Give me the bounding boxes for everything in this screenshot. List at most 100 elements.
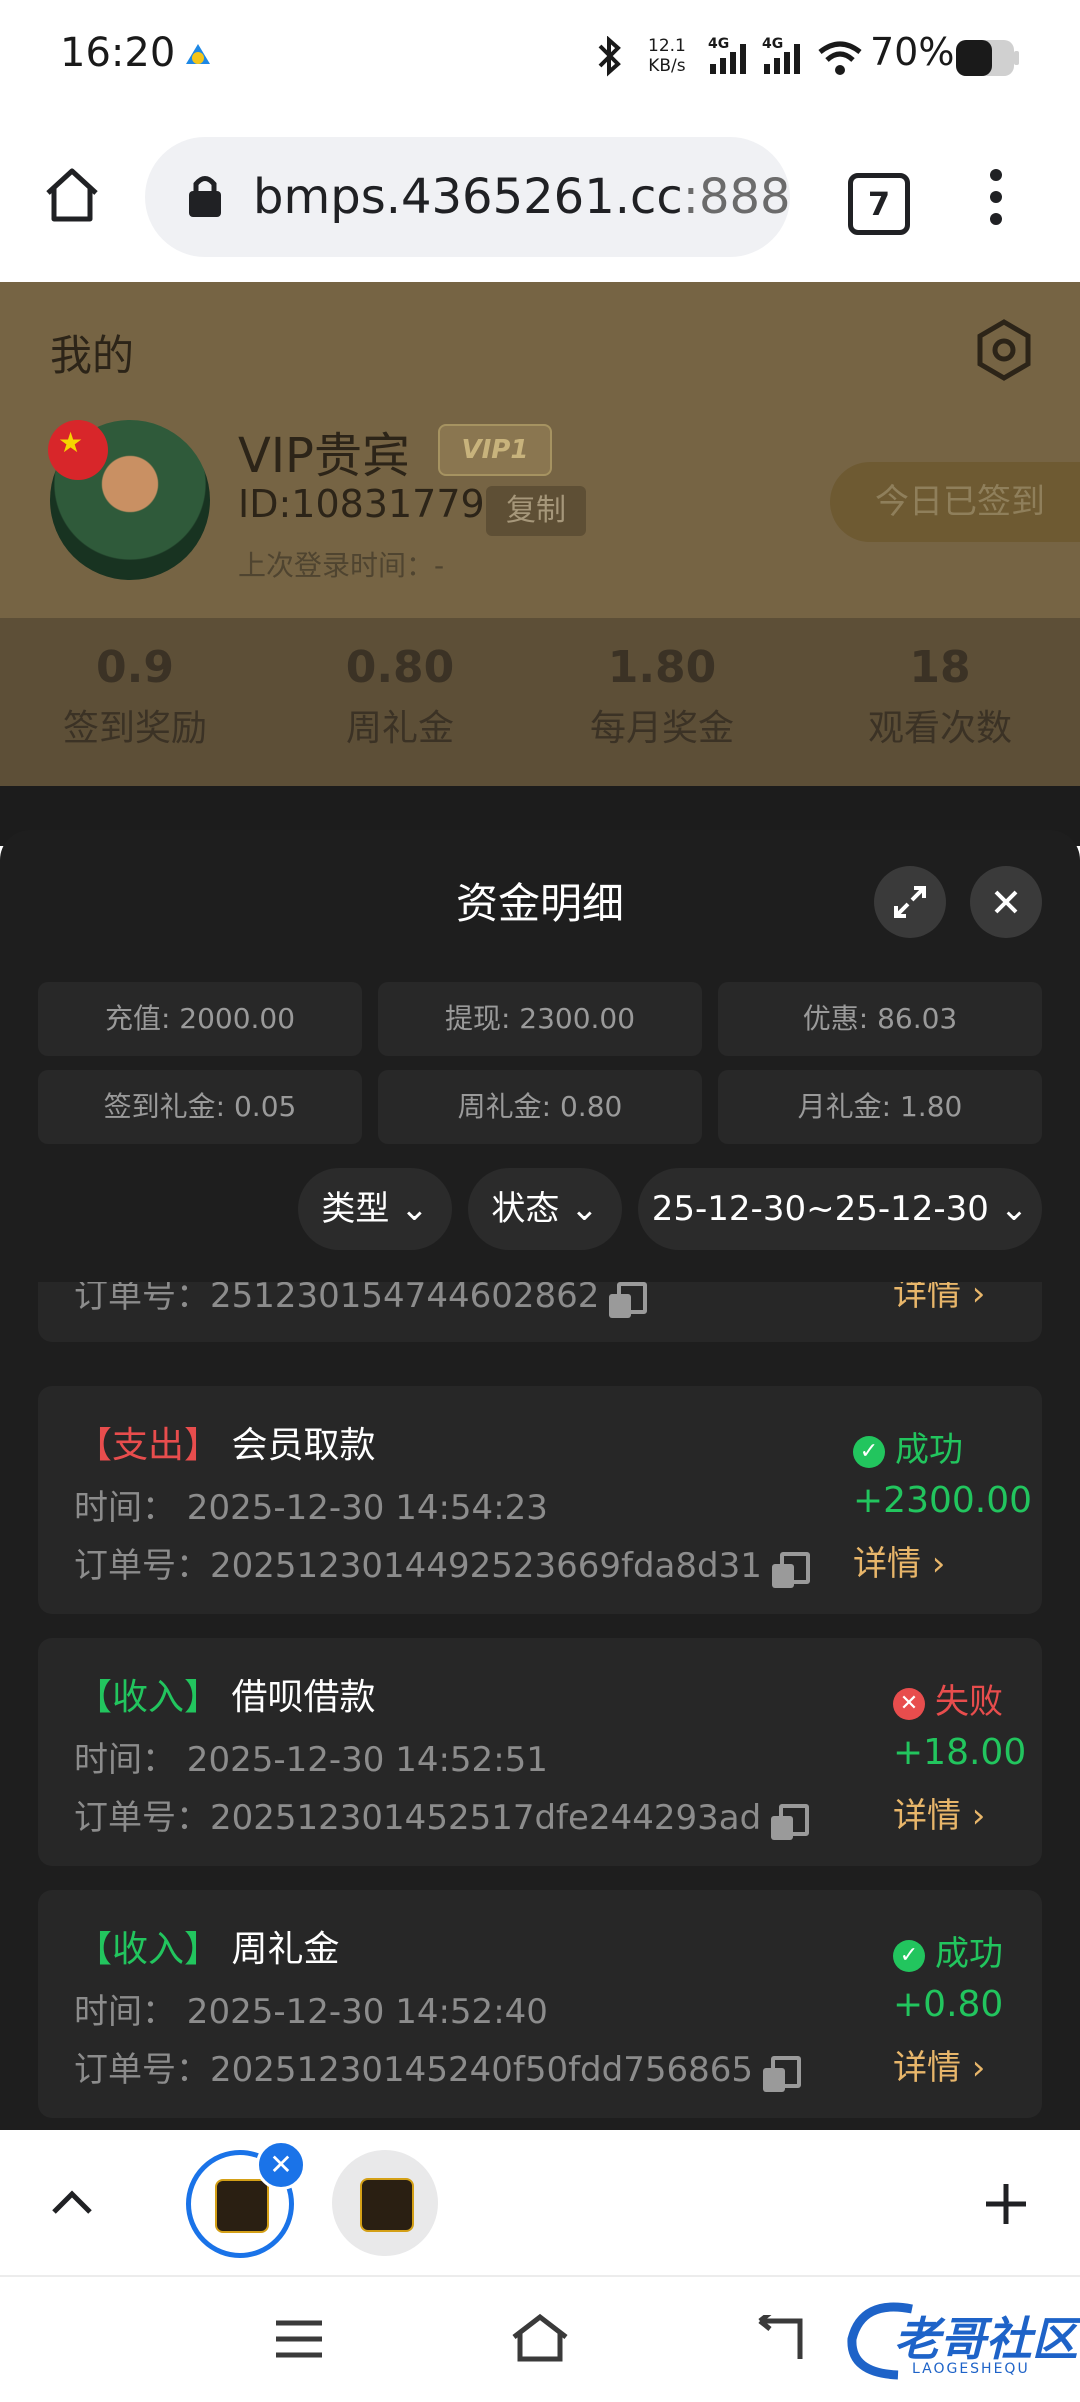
close-icon xyxy=(994,890,1018,914)
status-failed: ✕ 失败 xyxy=(893,1674,1003,1723)
summary-deposit: 充值: 2000.00 xyxy=(38,982,362,1056)
transaction-amount: +0.80 xyxy=(893,1984,1004,2025)
status-bar: 16:20 12.1 KB/s 4G 4G 70% xyxy=(0,0,1080,115)
type-filter-label: 类型 xyxy=(321,1189,390,1229)
watermark-logo: 老哥社区 LAOGESHEQU xyxy=(842,2295,1078,2385)
stat-label: 签到奖励 xyxy=(62,708,207,749)
expand-icon xyxy=(894,886,926,918)
transaction-name: 会员取款 xyxy=(231,1425,376,1466)
tab-thumbnail[interactable] xyxy=(332,2150,438,2256)
summary-sign-gift: 签到礼金: 0.05 xyxy=(38,1070,362,1144)
transaction-type-tag: 【收入】 xyxy=(76,1929,221,1970)
expand-button[interactable] xyxy=(874,866,946,938)
user-name: VIP贵宾 xyxy=(238,428,410,484)
stat-view-count[interactable]: 18 观看次数 xyxy=(805,642,1075,751)
chevron-up-icon[interactable] xyxy=(50,2186,94,2218)
network-speed-unit: KB/s xyxy=(648,56,686,76)
transaction-card[interactable]: 订单号：251230154744602862 详情 › xyxy=(38,1282,1042,1342)
detail-link[interactable]: 详情 › xyxy=(893,1788,985,1837)
stat-value: 1.80 xyxy=(607,642,717,693)
transaction-time: 时间： 2025-12-30 14:52:51 xyxy=(74,1740,548,1780)
status-label: 成功 xyxy=(935,1934,1003,1974)
status-success: ✓ 成功 xyxy=(893,1926,1003,1975)
stat-value: 0.9 xyxy=(96,642,174,693)
detail-label: 详情 xyxy=(853,1544,921,1584)
copy-icon[interactable] xyxy=(609,1282,648,1318)
svg-text:4G: 4G xyxy=(762,36,783,52)
network-speed: 12.1 KB/s xyxy=(648,36,686,76)
url-port: :8888 xyxy=(682,169,790,225)
signal-4g-icon-2: 4G xyxy=(762,36,800,74)
home-icon[interactable] xyxy=(42,165,102,225)
status-label: 失败 xyxy=(935,1682,1003,1722)
last-login-time: 上次登录时间：- xyxy=(238,549,445,582)
china-flag-icon: ★ xyxy=(48,420,108,480)
date-range-label: 25-12-30~25-12-30 xyxy=(651,1189,989,1229)
daily-sign-in-button[interactable]: 今日已签到 xyxy=(830,462,1080,542)
home-nav-icon[interactable] xyxy=(510,2313,570,2363)
order-number-text: 订单号：20251230145240f50fdd756865 xyxy=(74,2050,754,2090)
chevron-down-icon: ⌄ xyxy=(570,1189,599,1229)
detail-label: 详情 xyxy=(893,1282,961,1314)
status-filter-dropdown[interactable]: 状态 ⌄ xyxy=(468,1168,622,1250)
stat-monthly-bonus[interactable]: 1.80 每月奖金 xyxy=(527,642,797,751)
transaction-name: 周礼金 xyxy=(231,1929,340,1970)
chevron-down-icon: ⌄ xyxy=(999,1189,1029,1229)
menu-icon[interactable] xyxy=(274,2319,324,2359)
watermark-text: 老哥社区 xyxy=(894,2312,1078,2366)
settings-icon[interactable] xyxy=(972,318,1036,382)
url-text[interactable]: bmps.4365261.cc:8888 xyxy=(253,169,790,225)
new-tab-plus-icon[interactable] xyxy=(982,2180,1030,2228)
copy-id-button[interactable]: 复制 xyxy=(486,486,586,536)
battery-percent: 70% xyxy=(870,30,955,74)
close-button[interactable] xyxy=(970,866,1042,938)
date-range-picker[interactable]: 25-12-30~25-12-30 ⌄ xyxy=(638,1168,1042,1250)
tab-switcher-button[interactable]: 7 xyxy=(848,173,910,235)
site-logo-icon xyxy=(215,2179,269,2233)
check-circle-icon: ✓ xyxy=(893,1939,925,1972)
browser-toolbar: bmps.4365261.cc:8888 7 xyxy=(0,115,1080,282)
lock-icon[interactable] xyxy=(185,171,225,221)
profile-header: 我的 ★ VIP贵宾 VIP1 ID:10831779 复制 上次登录时间：- … xyxy=(0,282,1080,618)
transaction-list[interactable]: 订单号：251230154744602862 详情 › 【支出】 会员取款 时间… xyxy=(0,1282,1080,2130)
stat-weekly-bonus[interactable]: 0.80 周礼金 xyxy=(265,642,535,751)
stats-row: 0.9 签到奖励 0.80 周礼金 1.80 每月奖金 18 观看次数 xyxy=(0,618,1080,786)
address-bar[interactable]: bmps.4365261.cc:8888 xyxy=(145,137,790,257)
transaction-card[interactable]: 【收入】 周礼金 时间： 2025-12-30 14:52:40 订单号：202… xyxy=(38,1890,1042,2118)
transaction-card[interactable]: 【支出】 会员取款 时间： 2025-12-30 14:54:23 订单号：20… xyxy=(38,1386,1042,1614)
user-id: ID:10831779 xyxy=(238,482,485,526)
copy-icon[interactable] xyxy=(771,1803,810,1840)
order-number: 订单号：202512301449252366​9fda8d31 xyxy=(74,1538,810,1588)
close-tab-icon[interactable]: ✕ xyxy=(256,2140,306,2190)
transaction-amount: +18.00 xyxy=(893,1732,1027,1773)
x-circle-icon: ✕ xyxy=(893,1687,925,1720)
copy-icon[interactable] xyxy=(771,1551,810,1588)
detail-label: 详情 xyxy=(893,1796,961,1836)
transaction-card[interactable]: 【收入】 借呗借款 时间： 2025-12-30 14:52:51 订单号：20… xyxy=(38,1638,1042,1866)
order-number: 订单号：251230154744602862 xyxy=(74,1282,648,1318)
summary-weekly-gift: 周礼金: 0.80 xyxy=(378,1070,702,1144)
back-icon[interactable] xyxy=(752,2315,806,2361)
copy-icon[interactable] xyxy=(763,2055,802,2092)
order-number-text: 订单号：202512301449252366​9fda8d31 xyxy=(74,1546,762,1586)
svg-text:4G: 4G xyxy=(708,36,729,52)
order-number: 订单号：20251230145251​7dfe244293ad xyxy=(74,1790,810,1840)
bluetooth-icon xyxy=(598,36,621,77)
stat-label: 每月奖金 xyxy=(589,708,734,749)
more-menu-icon[interactable] xyxy=(980,165,1012,229)
stat-sign-reward[interactable]: 0.9 签到奖励 xyxy=(0,642,270,751)
detail-link[interactable]: 详情 › xyxy=(893,1282,985,1315)
transaction-time: 时间： 2025-12-30 14:52:40 xyxy=(74,1992,548,2032)
status-filter-label: 状态 xyxy=(491,1189,560,1229)
transaction-title: 【收入】 周礼金 xyxy=(76,1920,339,1972)
order-number-text: 订单号：251230154744602862 xyxy=(74,1282,600,1316)
detail-label: 详情 xyxy=(893,2048,961,2088)
summary-withdraw: 提现: 2300.00 xyxy=(378,982,702,1056)
order-number-text: 订单号：20251230145251​7dfe244293ad xyxy=(74,1798,762,1838)
status-time: 16:20 xyxy=(60,30,176,76)
url-host: bmps.4365261.cc xyxy=(253,169,683,225)
transaction-type-tag: 【支出】 xyxy=(76,1425,221,1466)
detail-link[interactable]: 详情 › xyxy=(853,1536,945,1585)
type-filter-dropdown[interactable]: 类型 ⌄ xyxy=(298,1168,452,1250)
detail-link[interactable]: 详情 › xyxy=(893,2040,985,2089)
